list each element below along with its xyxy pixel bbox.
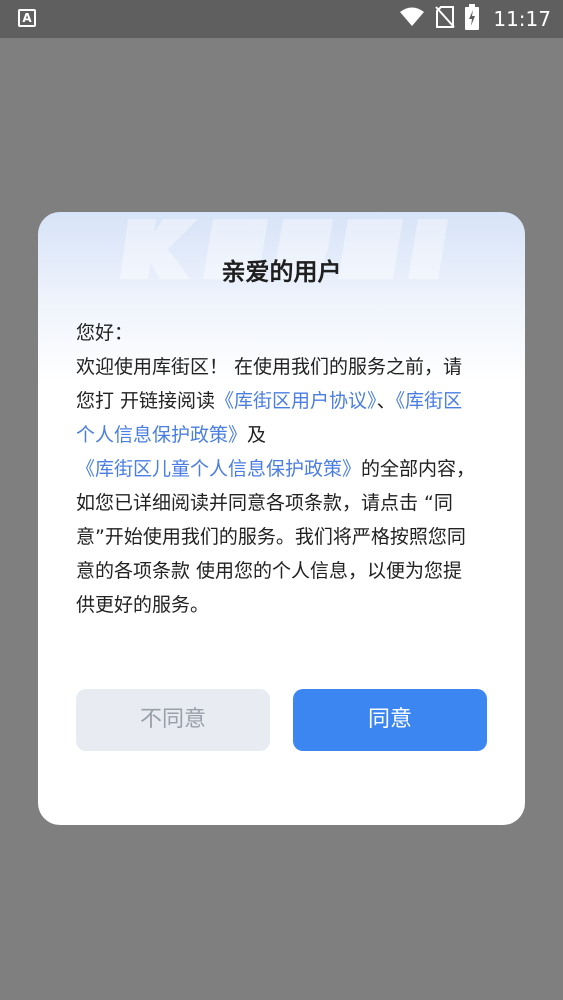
wifi-icon xyxy=(399,7,425,31)
user-agreement-link[interactable]: 《库街区用户协议》 xyxy=(215,390,377,412)
no-sim-icon xyxy=(435,5,456,33)
dialog-body: 您好： 欢迎使用库街区！ 在使用我们的服务之前，请您打 开链接阅读《库街区用户协… xyxy=(76,316,478,622)
agree-button[interactable]: 同意 xyxy=(293,689,487,751)
dialog-title: 亲爱的用户 xyxy=(221,258,342,286)
agreement-paragraph: 欢迎使用库街区！ 在使用我们的服务之前，请您打 开链接阅读《库街区用户协议》、《… xyxy=(76,350,478,622)
app-icon-letter: A xyxy=(18,9,36,27)
privacy-dialog: 亲爱的用户 您好： 欢迎使用库街区！ 在使用我们的服务之前，请您打 开链接阅读《… xyxy=(38,212,525,825)
app-notification-icon: A xyxy=(18,9,38,29)
battery-charging-icon xyxy=(465,4,480,34)
children-privacy-policy-link[interactable]: 《库街区儿童个人信息保护政策》 xyxy=(76,458,361,480)
body-text-part2: 的全部内容，如您已详细阅读并同意各项条款，请点击 “同意”开始使用我们的服务。我… xyxy=(76,458,476,616)
conjunction-text: 及 xyxy=(247,424,267,446)
disagree-button[interactable]: 不同意 xyxy=(76,689,270,751)
status-time: 11:17 xyxy=(493,7,551,31)
status-bar: A 11:17 xyxy=(0,0,563,38)
separator-text: 、 xyxy=(376,390,396,412)
greeting-text: 您好： xyxy=(76,322,134,344)
